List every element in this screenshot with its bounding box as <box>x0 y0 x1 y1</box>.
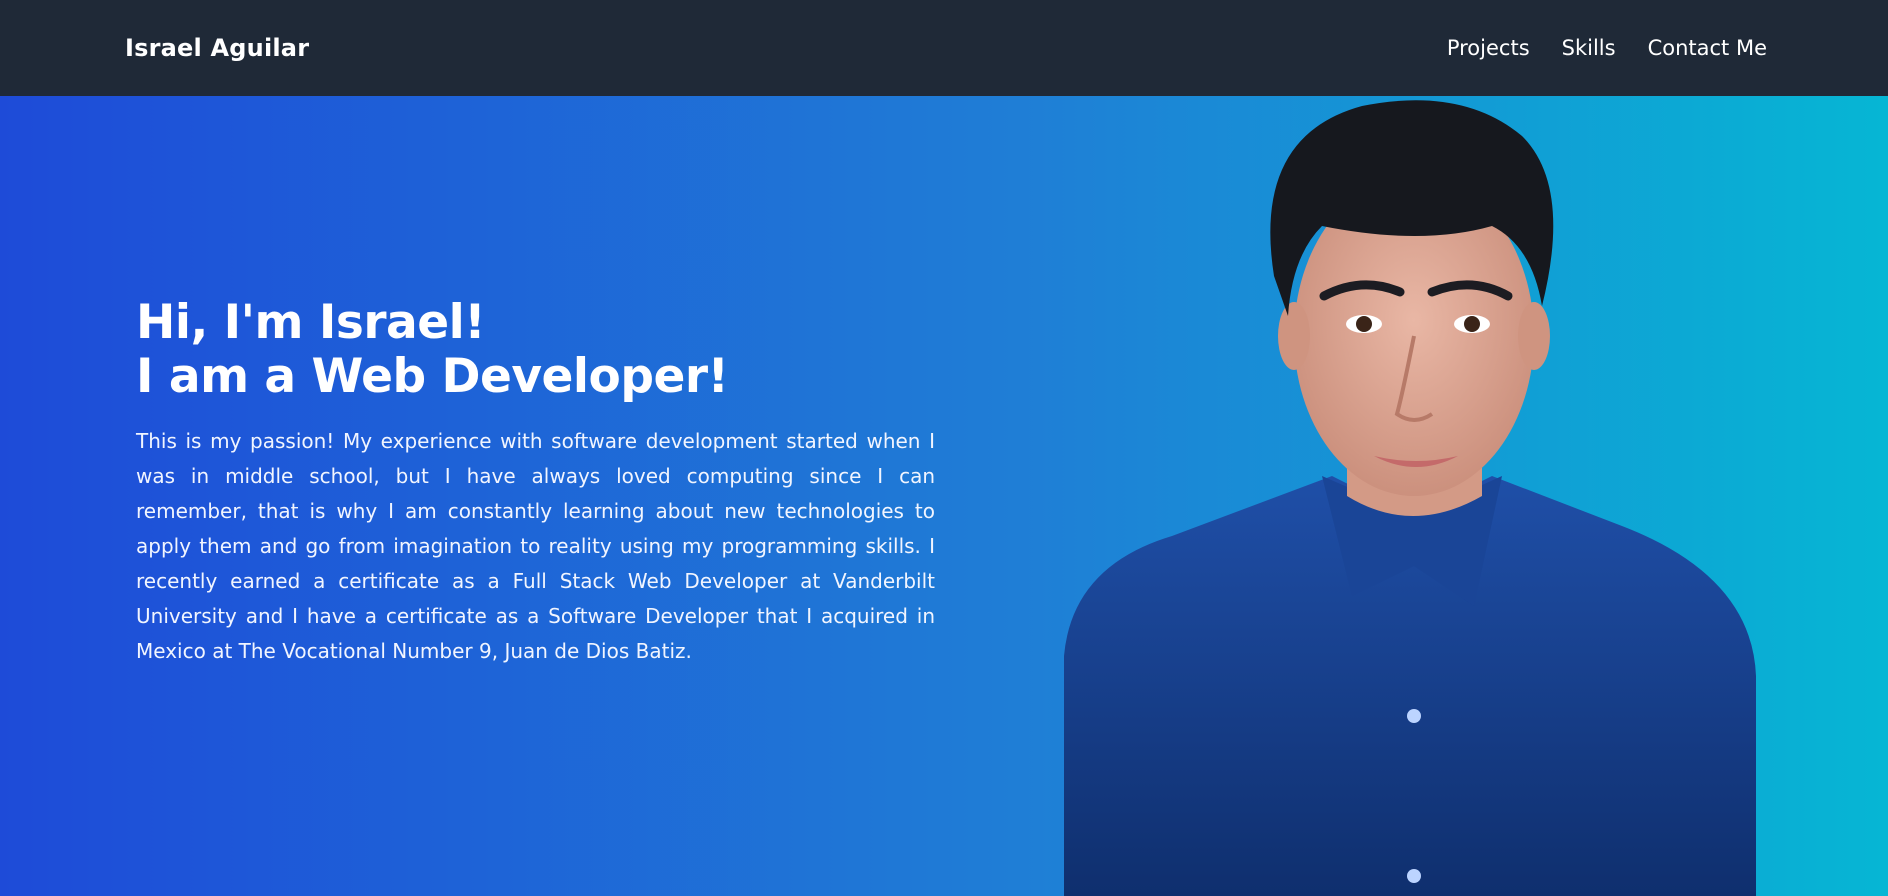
hero-title-line1: Hi, I'm Israel! <box>136 295 486 350</box>
nav-link-projects[interactable]: Projects <box>1447 36 1530 60</box>
nav-links: Projects Skills Contact Me <box>1447 36 1767 60</box>
hero-text: Hi, I'm Israel! I am a Web Developer! Th… <box>136 296 935 669</box>
navbar: Israel Aguilar Projects Skills Contact M… <box>0 0 1888 96</box>
hero-paragraph: This is my passion! My experience with s… <box>136 429 935 663</box>
nav-link-skills[interactable]: Skills <box>1562 36 1616 60</box>
profile-photo <box>1064 100 1756 896</box>
nav-link-contact[interactable]: Contact Me <box>1648 36 1767 60</box>
hero-section: Hi, I'm Israel! I am a Web Developer! Th… <box>0 96 1888 896</box>
brand-link[interactable]: Israel Aguilar <box>125 34 309 62</box>
hero-title: Hi, I'm Israel! I am a Web Developer! <box>136 296 935 404</box>
hero-title-line2: I am a Web Developer! <box>136 349 729 404</box>
